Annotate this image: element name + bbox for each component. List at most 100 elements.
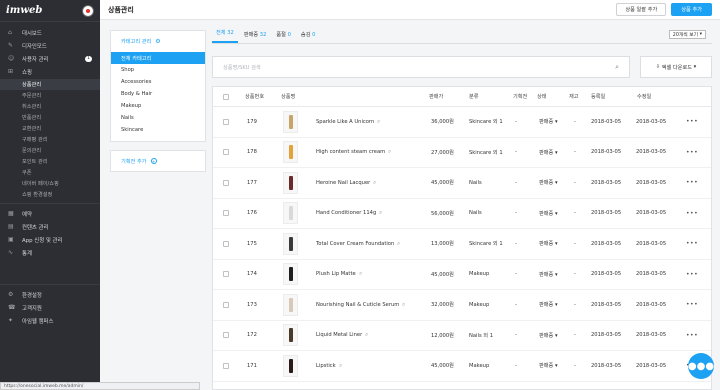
product-name[interactable]: Total Cover Cream Foundation — [316, 241, 394, 247]
status-dropdown[interactable]: 판매중 ▾ — [539, 210, 558, 217]
status-dropdown[interactable]: 판매중 ▾ — [539, 332, 558, 339]
product-name[interactable]: High content steam cream — [316, 149, 385, 155]
category-item[interactable]: Makeup — [111, 100, 205, 112]
row-checkbox[interactable] — [223, 271, 229, 278]
table-row[interactable]: 178 High content steam cream ⌕ 27,000원 Skin… — [213, 138, 711, 168]
product-thumbnail[interactable] — [283, 354, 298, 377]
tab-all[interactable]: 전체 32 — [212, 29, 238, 43]
tab-on-sale[interactable]: 판매중 32 — [240, 31, 271, 43]
status-dropdown[interactable]: 판매중 ▾ — [539, 240, 558, 247]
category-item[interactable]: Skincare — [111, 124, 205, 136]
search-icon[interactable]: ⌕ — [402, 301, 405, 309]
sidebar-subitem[interactable]: 네이버 페이/쇼핑 — [0, 178, 100, 189]
select-all-checkbox[interactable] — [223, 93, 229, 100]
sidebar-subitem[interactable]: 문의관리 — [0, 145, 100, 156]
category-item[interactable]: Shop — [111, 64, 205, 76]
sidebar-item-content[interactable]: ▤ 컨텐츠 관리 — [0, 220, 100, 233]
korea-flag-icon[interactable] — [82, 4, 94, 17]
sidebar-item-stats[interactable]: ∿ 통계 — [0, 246, 100, 259]
product-thumbnail[interactable] — [283, 141, 298, 164]
sidebar-item-shopping[interactable]: ⊞ 쇼핑 — [0, 65, 100, 78]
product-name[interactable]: Sparkle Like A Unicorn — [316, 119, 374, 125]
table-row[interactable]: 175 Total Cover Cream Foundation ⌕ 13,000원… — [213, 229, 711, 260]
sidebar-subitem[interactable]: 쿠폰 — [0, 167, 100, 178]
sidebar-subitem[interactable]: 반품관리 — [0, 112, 100, 123]
sidebar-item-users[interactable]: ☺ 사용자 관리 1 — [0, 52, 100, 65]
search-icon[interactable]: ⌕ — [373, 179, 376, 187]
more-options-icon[interactable]: ••• — [686, 301, 698, 308]
sidebar-item-reservation[interactable]: ▦ 예약 — [0, 207, 100, 220]
search-icon[interactable]: ⌕ — [359, 270, 362, 278]
category-item[interactable]: 전체 카테고리 — [111, 52, 205, 64]
sidebar-subitem[interactable]: 주문관리 — [0, 90, 100, 101]
bulk-add-button[interactable]: 상품 일괄 추가 — [616, 3, 667, 16]
sidebar-subitem[interactable]: 쇼핑 환경설정 — [0, 189, 100, 200]
row-checkbox[interactable] — [223, 149, 229, 156]
chat-support-button[interactable]: ●●● — [688, 353, 714, 379]
row-checkbox[interactable] — [223, 118, 229, 125]
more-options-icon[interactable]: ••• — [686, 149, 698, 156]
table-row[interactable]: 172 Liquid Metal Liner ⌕ 12,000원 Nails 외 1 -… — [213, 321, 711, 351]
table-row[interactable]: 176 Hand Conditioner 114g ⌕ 56,000원 Nails - 판… — [213, 199, 711, 229]
category-item[interactable]: Body & Hair — [111, 88, 205, 100]
search-icon[interactable]: ⌕ — [339, 362, 342, 370]
more-options-icon[interactable]: ••• — [686, 118, 698, 125]
more-options-icon[interactable]: ••• — [686, 271, 698, 278]
row-checkbox[interactable] — [223, 362, 229, 369]
more-options-icon[interactable]: ••• — [686, 210, 698, 217]
more-options-icon[interactable]: ••• — [686, 332, 698, 339]
product-thumbnail[interactable] — [283, 110, 298, 133]
status-dropdown[interactable]: 판매중 ▾ — [539, 149, 558, 156]
product-name[interactable]: Liquid Metal Liner — [316, 332, 362, 338]
sidebar-item-campus[interactable]: ✦ 아임웹 캠퍼스 — [0, 314, 100, 327]
product-name[interactable]: Hand Conditioner 114g — [316, 210, 376, 216]
product-name[interactable]: Lipstick — [316, 363, 336, 369]
table-row[interactable]: 171 Lipstick ⌕ 45,000원 Makeup - 판매중 ▾ - 2018-03… — [213, 351, 711, 382]
table-row[interactable]: 173 Nourishing Nail & Cuticle Serum ⌕ 32,0… — [213, 290, 711, 321]
search-icon[interactable]: ⌕ — [379, 209, 382, 217]
product-thumbnail[interactable] — [283, 171, 298, 194]
product-name[interactable]: Heroine Nail Lacquer — [316, 180, 370, 186]
table-row[interactable]: 177 Heroine Nail Lacquer ⌕ 45,000원 Nails - 판매… — [213, 168, 711, 199]
category-item[interactable]: Accessories — [111, 76, 205, 88]
row-checkbox[interactable] — [223, 179, 229, 186]
tab-sold-out[interactable]: 품절 0 — [272, 31, 295, 43]
category-item[interactable]: Nails — [111, 112, 205, 124]
search-icon[interactable]: ⌕ — [397, 240, 400, 248]
product-thumbnail[interactable] — [283, 263, 298, 286]
status-dropdown[interactable]: 판매중 ▾ — [539, 118, 558, 125]
more-options-icon[interactable]: ••• — [686, 179, 698, 186]
table-row[interactable]: 174 Plush Lip Matte ⌕ 45,000원 Makeup - 판매중 ▾ -… — [213, 260, 711, 290]
status-dropdown[interactable]: 판매중 ▾ — [539, 362, 558, 369]
sidebar-subitem[interactable]: 취소관리 — [0, 101, 100, 112]
per-page-select[interactable]: 20개씩 보기 ▾ — [668, 30, 706, 39]
search-input[interactable]: 상품명/SKU 검색 ⌕ — [212, 56, 630, 78]
row-checkbox[interactable] — [223, 240, 229, 247]
sidebar-item-dashboard[interactable]: ⌂ 대시보드 — [0, 26, 100, 39]
search-icon[interactable]: ⌕ — [377, 118, 380, 126]
sidebar-subitem[interactable]: 포인트 관리 — [0, 156, 100, 167]
sidebar-item-apps[interactable]: ▣ App 신청 및 관리 — [0, 233, 100, 246]
sidebar-subitem[interactable]: 교환관리 — [0, 123, 100, 134]
row-checkbox[interactable] — [223, 332, 229, 339]
search-icon[interactable]: ⌕ — [388, 148, 391, 156]
more-options-icon[interactable]: ••• — [686, 240, 698, 247]
search-icon[interactable]: ⌕ — [365, 331, 368, 339]
tab-hidden[interactable]: 숨김 0 — [297, 31, 320, 43]
status-dropdown[interactable]: 판매중 ▾ — [539, 301, 558, 308]
sidebar-subitem[interactable]: 구매평 관리 — [0, 134, 100, 145]
row-checkbox[interactable] — [223, 301, 229, 308]
status-dropdown[interactable]: 판매중 ▾ — [539, 271, 558, 278]
sidebar-item-design[interactable]: ✎ 디자인모드 — [0, 39, 100, 52]
sidebar-item-settings[interactable]: ⚙ 환경설정 — [0, 288, 100, 301]
sidebar-subitem[interactable]: 상품관리 — [0, 79, 100, 90]
table-row[interactable]: 179 Sparkle Like A Unicorn ⌕ 36,000원 Skinca… — [213, 107, 711, 138]
search-icon[interactable]: ⌕ — [615, 63, 619, 72]
category-manage-link[interactable]: 카테고리 관리 ⚙ — [111, 31, 205, 52]
add-promotion-button[interactable]: 기획전 추가 + — [110, 150, 206, 172]
sidebar-item-support[interactable]: ☎ 고객지원 — [0, 301, 100, 314]
product-thumbnail[interactable] — [283, 232, 298, 255]
product-thumbnail[interactable] — [283, 324, 298, 347]
product-thumbnail[interactable] — [283, 293, 298, 316]
status-dropdown[interactable]: 판매중 ▾ — [539, 179, 558, 186]
